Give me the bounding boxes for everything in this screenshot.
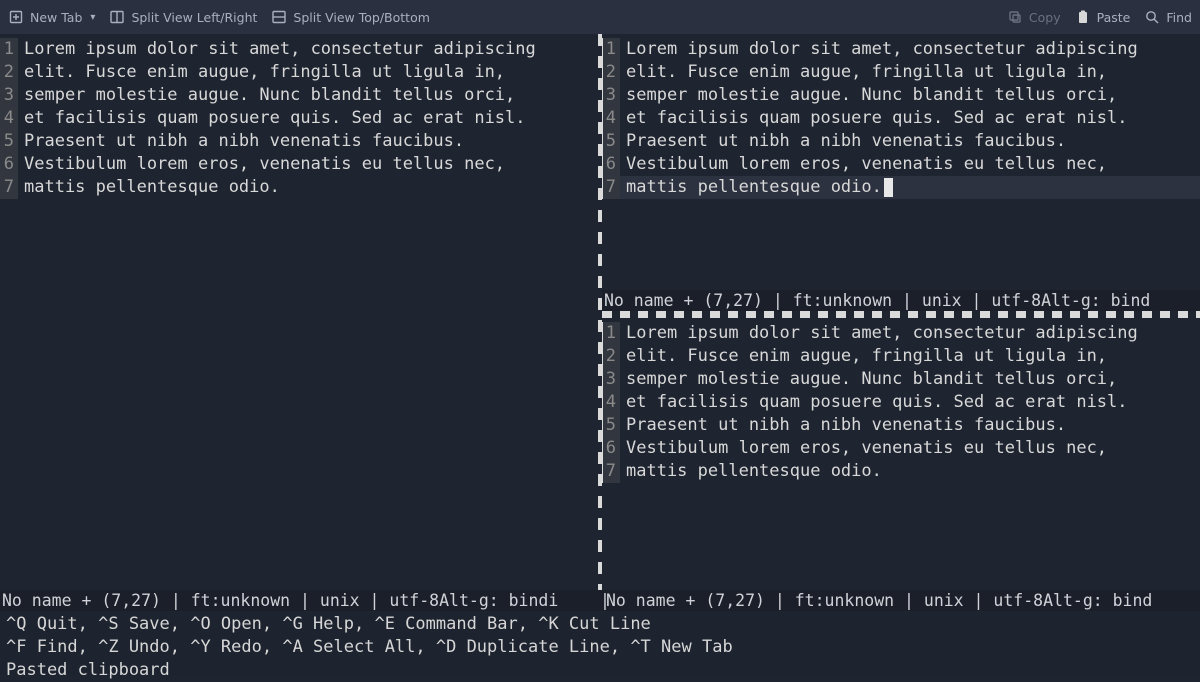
horizontal-split-divider[interactable] <box>602 311 1200 318</box>
chevron-down-icon: ▾ <box>90 12 95 23</box>
gutter: 6 <box>602 437 620 460</box>
status-message: Pasted clipboard <box>6 659 1194 682</box>
code-line: semper molestie augue. Nunc blandit tell… <box>18 84 515 107</box>
paste-label: Paste <box>1097 10 1131 25</box>
paste-icon <box>1075 9 1091 25</box>
text-cursor <box>884 178 893 197</box>
code-line: semper molestie augue. Nunc blandit tell… <box>620 84 1117 107</box>
pane-right: 1Lorem ipsum dolor sit amet, consectetur… <box>602 34 1200 590</box>
gutter: 1 <box>602 322 620 345</box>
toolbar: New Tab ▾ Split View Left/Right Split Vi… <box>0 0 1200 34</box>
split-tb-label: Split View Top/Bottom <box>293 10 429 25</box>
code-line: semper molestie augue. Nunc blandit tell… <box>620 368 1117 391</box>
gutter: 7 <box>0 176 18 199</box>
gutter: 3 <box>602 84 620 107</box>
statusline-left: No name + (7,27) | ft:unknown | unix | u… <box>2 590 600 611</box>
code-text: mattis pellentesque odio. <box>626 177 882 197</box>
code-line: et facilisis quam posuere quis. Sed ac e… <box>620 107 1128 130</box>
buffer-right-bottom[interactable]: 1Lorem ipsum dolor sit amet, consectetur… <box>602 318 1200 590</box>
gutter: 2 <box>602 61 620 84</box>
new-tab-label: New Tab <box>30 10 82 25</box>
code-line: Praesent ut nibh a nibh venenatis faucib… <box>18 130 464 153</box>
search-icon <box>1144 9 1160 25</box>
gutter: 4 <box>602 107 620 130</box>
code-line: elit. Fusce enim augue, fringilla ut lig… <box>620 345 1107 368</box>
code-line: Lorem ipsum dolor sit amet, consectetur … <box>620 322 1138 345</box>
statusline-right: No name + (7,27) | ft:unknown | unix | u… <box>606 590 1200 611</box>
gutter: 3 <box>602 368 620 391</box>
paste-button[interactable]: Paste <box>1075 9 1131 25</box>
split-tb-icon <box>271 9 287 25</box>
gutter: 5 <box>0 130 18 153</box>
pane-left[interactable]: 1Lorem ipsum dolor sit amet, consectetur… <box>0 34 598 590</box>
editor-region: 1Lorem ipsum dolor sit amet, consectetur… <box>0 34 1200 590</box>
code-line: mattis pellentesque odio. <box>18 176 280 199</box>
keybindings-line-1: ^Q Quit, ^S Save, ^O Open, ^G Help, ^E C… <box>6 613 1194 636</box>
new-tab-icon <box>8 9 24 25</box>
code-line: Lorem ipsum dolor sit amet, consectetur … <box>18 38 536 61</box>
split-lr-label: Split View Left/Right <box>131 10 257 25</box>
gutter: 7 <box>602 176 620 199</box>
gutter: 5 <box>602 130 620 153</box>
code-line: Praesent ut nibh a nibh venenatis faucib… <box>620 414 1066 437</box>
keybindings-line-2: ^F Find, ^Z Undo, ^Y Redo, ^A Select All… <box>6 636 1194 659</box>
code-line: Vestibulum lorem eros, venenatis eu tell… <box>620 437 1107 460</box>
code-line: Vestibulum lorem eros, venenatis eu tell… <box>620 153 1107 176</box>
code-line: Praesent ut nibh a nibh venenatis faucib… <box>620 130 1066 153</box>
statusline-bottom: No name + (7,27) | ft:unknown | unix | u… <box>0 590 1200 611</box>
code-line: mattis pellentesque odio. <box>620 176 893 199</box>
statusline-right-top: No name + (7,27) | ft:unknown | unix | u… <box>602 290 1200 311</box>
gutter: 2 <box>602 345 620 368</box>
code-line: et facilisis quam posuere quis. Sed ac e… <box>18 107 526 130</box>
copy-button[interactable]: Copy <box>1007 9 1061 25</box>
gutter: 4 <box>0 107 18 130</box>
split-lr-icon <box>109 9 125 25</box>
gutter: 4 <box>602 391 620 414</box>
buffer-right-top[interactable]: 1Lorem ipsum dolor sit amet, consectetur… <box>602 34 1200 290</box>
find-button[interactable]: Find <box>1144 9 1192 25</box>
gutter: 7 <box>602 460 620 483</box>
code-line: Vestibulum lorem eros, venenatis eu tell… <box>18 153 505 176</box>
gutter: 1 <box>0 38 18 61</box>
gutter: 3 <box>0 84 18 107</box>
find-label: Find <box>1166 10 1192 25</box>
code-line: Lorem ipsum dolor sit amet, consectetur … <box>620 38 1138 61</box>
footer: No name + (7,27) | ft:unknown | unix | u… <box>0 590 1200 675</box>
code-line: elit. Fusce enim augue, fringilla ut lig… <box>620 61 1107 84</box>
split-tb-button[interactable]: Split View Top/Bottom <box>271 9 429 25</box>
gutter: 1 <box>602 38 620 61</box>
copy-label: Copy <box>1029 10 1061 25</box>
gutter: 5 <box>602 414 620 437</box>
copy-icon <box>1007 9 1023 25</box>
split-lr-button[interactable]: Split View Left/Right <box>109 9 257 25</box>
gutter: 2 <box>0 61 18 84</box>
buffer-left[interactable]: 1Lorem ipsum dolor sit amet, consectetur… <box>0 34 598 590</box>
gutter: 6 <box>602 153 620 176</box>
new-tab-button[interactable]: New Tab ▾ <box>8 9 95 25</box>
code-line: elit. Fusce enim augue, fringilla ut lig… <box>18 61 505 84</box>
gutter: 6 <box>0 153 18 176</box>
code-line: et facilisis quam posuere quis. Sed ac e… <box>620 391 1128 414</box>
code-line: mattis pellentesque odio. <box>620 460 882 483</box>
